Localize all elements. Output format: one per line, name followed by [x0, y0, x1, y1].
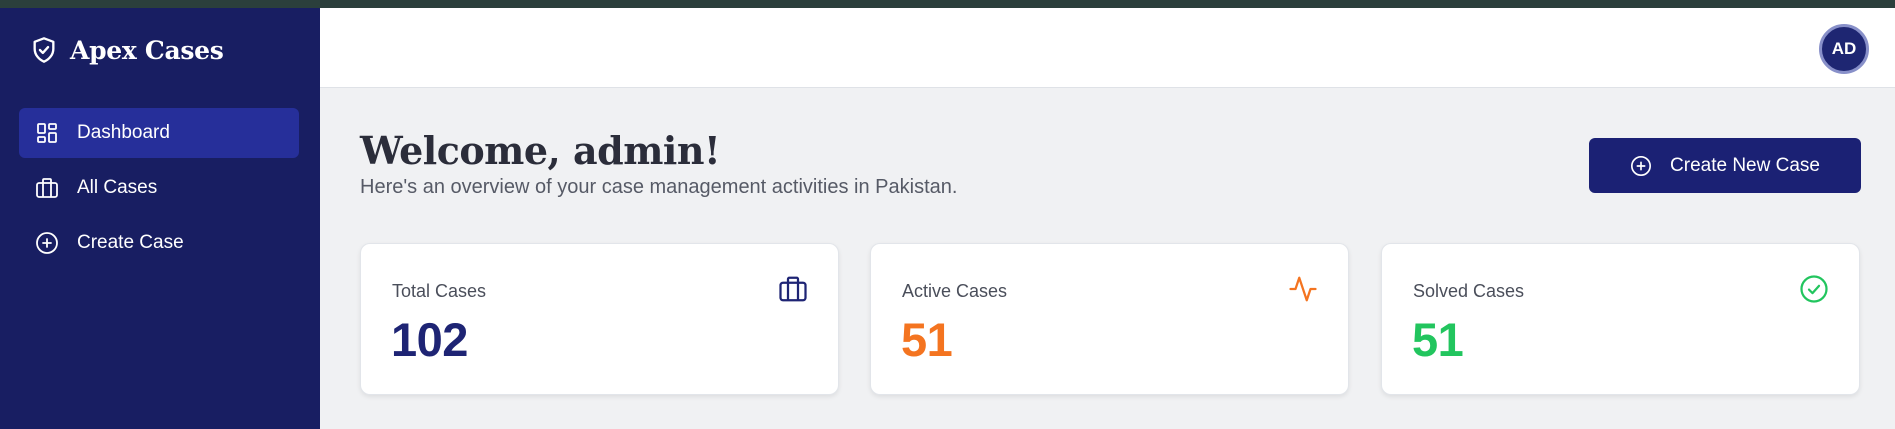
- dashboard-icon: [37, 123, 57, 143]
- top-header: AD: [320, 8, 1895, 88]
- sidebar: Apex Cases Dashboard All Cases Create Ca…: [0, 8, 320, 429]
- stat-label: Total Cases: [392, 281, 487, 301]
- stat-card-active-cases: Active Cases 51: [870, 243, 1349, 395]
- stat-label: Active Cases: [902, 281, 1008, 301]
- briefcase-icon: [36, 178, 58, 198]
- activity-icon: [1289, 276, 1317, 302]
- sidebar-item-label: Create Case: [77, 232, 184, 253]
- briefcase-icon: [779, 276, 807, 302]
- sidebar-item-label: Dashboard: [77, 122, 170, 143]
- avatar[interactable]: AD: [1819, 24, 1869, 74]
- sidebar-item-all-cases[interactable]: All Cases: [19, 163, 299, 213]
- sidebar-nav: Dashboard All Cases Create Case: [19, 108, 299, 273]
- window-top-strip: [0, 0, 1895, 8]
- page-subtitle: Here's an overview of your case manageme…: [360, 176, 958, 198]
- stat-value: 51: [1412, 313, 1464, 366]
- brand-name: Apex Cases: [70, 35, 224, 65]
- plus-circle-icon: [36, 232, 58, 254]
- stat-value: 102: [391, 313, 468, 366]
- sidebar-item-dashboard[interactable]: Dashboard: [19, 108, 299, 158]
- create-new-case-label: Create New Case: [1670, 154, 1820, 176]
- sidebar-item-label: All Cases: [77, 177, 158, 198]
- sidebar-item-create-case[interactable]: Create Case: [19, 218, 299, 268]
- create-new-case-button[interactable]: Create New Case: [1589, 138, 1861, 193]
- stat-label: Solved Cases: [1413, 281, 1525, 301]
- brand[interactable]: Apex Cases: [30, 32, 224, 68]
- stat-value: 51: [901, 313, 953, 366]
- page-title: Welcome, admin!: [360, 128, 721, 173]
- stat-card-solved-cases: Solved Cases 51: [1381, 243, 1860, 395]
- check-circle-icon: [1800, 275, 1828, 303]
- stat-card-total-cases: Total Cases 102: [360, 243, 839, 395]
- shield-check-icon: [33, 37, 55, 63]
- plus-circle-icon: [1631, 155, 1652, 176]
